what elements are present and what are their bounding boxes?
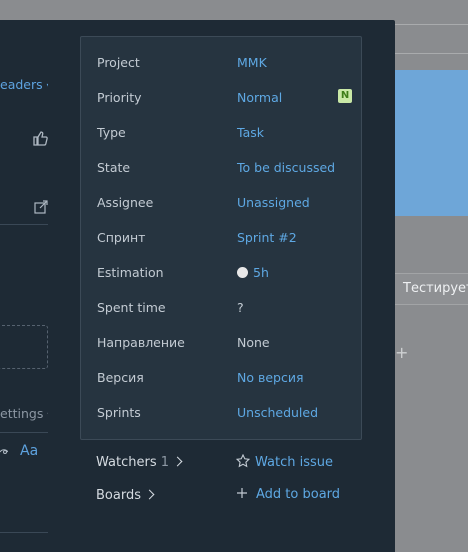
open-external-icon[interactable] bbox=[34, 200, 48, 214]
watchers-count: 1 bbox=[160, 455, 170, 470]
field-label: Type bbox=[97, 125, 126, 140]
visibility-icon[interactable] bbox=[0, 447, 8, 457]
field-value[interactable]: Unscheduled bbox=[237, 403, 318, 423]
field-label: Направление bbox=[97, 335, 185, 350]
field-value[interactable]: To be discussed bbox=[237, 158, 335, 178]
boards-label: Boards bbox=[96, 488, 141, 503]
field-label: Assignee bbox=[97, 195, 154, 210]
field-value[interactable]: Sprint #2 bbox=[237, 228, 297, 248]
watchers-button[interactable]: Watchers 1 bbox=[96, 452, 183, 474]
settings-label: ettings bbox=[0, 406, 44, 421]
field-label: Спринт bbox=[97, 230, 146, 245]
issue-fields-popup: Project MMK Priority Normal N Type Task … bbox=[80, 36, 362, 440]
background-tab[interactable]: Тестирует bbox=[395, 273, 468, 305]
star-icon bbox=[235, 453, 251, 468]
add-to-board-label: Add to board bbox=[256, 487, 341, 502]
estimation-circle-icon bbox=[237, 267, 248, 278]
field-row-priority[interactable]: Priority Normal N bbox=[81, 88, 361, 123]
readers-dropdown[interactable]: eaders ▼ bbox=[0, 77, 48, 92]
field-label: Spent time bbox=[97, 300, 166, 315]
issue-panel: eaders ▼ ettings ▼ Aa Project MMK Priori… bbox=[0, 20, 395, 552]
attachment-dropzone[interactable] bbox=[0, 325, 48, 369]
settings-dropdown[interactable]: ettings ▼ bbox=[0, 406, 48, 421]
field-row-direction[interactable]: Направление None bbox=[81, 333, 361, 368]
field-label: Project bbox=[97, 55, 140, 70]
field-value[interactable]: None bbox=[237, 333, 270, 353]
field-row-project[interactable]: Project MMK bbox=[81, 53, 361, 88]
field-value: 5h bbox=[253, 265, 269, 280]
issue-sidebar-clipped: eaders ▼ ettings ▼ Aa bbox=[0, 20, 48, 552]
plus-icon bbox=[237, 488, 247, 498]
field-row-spent-time[interactable]: Spent time ? bbox=[81, 298, 361, 333]
caret-down-icon: ▼ bbox=[47, 82, 48, 91]
add-to-board-button[interactable]: Add to board bbox=[236, 484, 340, 506]
field-label: State bbox=[97, 160, 131, 175]
field-row-type[interactable]: Type Task bbox=[81, 123, 361, 158]
watchers-label: Watchers bbox=[96, 455, 157, 470]
background-add-icon[interactable]: + bbox=[395, 343, 408, 362]
thumbs-up-icon[interactable] bbox=[32, 130, 48, 146]
field-value[interactable]: No версия bbox=[237, 368, 303, 388]
chevron-right-icon bbox=[172, 456, 183, 467]
watch-issue-label: Watch issue bbox=[255, 455, 333, 470]
field-label: Estimation bbox=[97, 265, 164, 280]
field-value[interactable]: ? bbox=[237, 298, 244, 318]
field-row-estimation[interactable]: Estimation 5h bbox=[81, 263, 361, 298]
field-label: Priority bbox=[97, 90, 142, 105]
caret-down-icon: ▼ bbox=[47, 411, 48, 420]
field-row-sprint[interactable]: Спринт Sprint #2 bbox=[81, 228, 361, 263]
divider bbox=[0, 224, 48, 225]
field-label: Версия bbox=[97, 370, 144, 385]
text-format-button[interactable]: Aa bbox=[20, 443, 38, 459]
field-value-wrapper[interactable]: 5h bbox=[237, 263, 269, 283]
field-value[interactable]: MMK bbox=[237, 53, 267, 73]
field-row-version[interactable]: Версия No версия bbox=[81, 368, 361, 403]
field-row-sprints[interactable]: Sprints Unscheduled bbox=[81, 403, 361, 438]
field-label: Sprints bbox=[97, 405, 141, 420]
field-value[interactable]: Task bbox=[237, 123, 264, 143]
chevron-right-icon bbox=[144, 489, 155, 500]
field-value[interactable]: Normal bbox=[237, 88, 282, 108]
priority-badge: N bbox=[338, 89, 352, 103]
watch-issue-button[interactable]: Watch issue bbox=[235, 452, 333, 474]
background-header-strip bbox=[395, 24, 468, 54]
field-value[interactable]: Unassigned bbox=[237, 193, 310, 213]
field-row-assignee[interactable]: Assignee Unassigned bbox=[81, 193, 361, 228]
readers-label: eaders bbox=[0, 77, 43, 92]
background-blue-block bbox=[395, 70, 468, 216]
boards-button[interactable]: Boards bbox=[96, 485, 155, 507]
field-row-state[interactable]: State To be discussed bbox=[81, 158, 361, 193]
